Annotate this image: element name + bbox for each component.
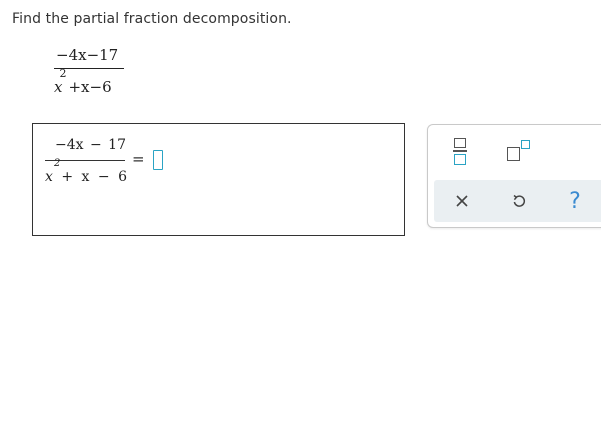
- answer-input[interactable]: [153, 150, 163, 170]
- exponent-icon[interactable]: [507, 139, 535, 163]
- equals-sign: =: [132, 150, 145, 168]
- action-row: ?: [434, 180, 601, 222]
- fraction-icon[interactable]: [453, 138, 469, 166]
- math-toolbar: ?: [427, 124, 601, 228]
- denominator-exponent: 2: [54, 158, 61, 169]
- denominator-variable: x: [54, 78, 63, 96]
- denominator-rest: +x−6: [68, 78, 112, 96]
- help-icon[interactable]: ?: [555, 180, 595, 222]
- answer-area[interactable]: −4x − 17 x2 + x − 6 =: [32, 123, 405, 236]
- answer-fraction: −4x − 17 x2 + x − 6: [45, 136, 127, 192]
- denominator-rest: + x − 6: [61, 169, 127, 185]
- close-icon[interactable]: [442, 180, 482, 222]
- question-prompt: Find the partial fraction decomposition.: [12, 11, 292, 27]
- denominator-variable: x2: [45, 158, 61, 185]
- help-label: ?: [569, 188, 581, 214]
- denominator-exponent: 2: [59, 67, 67, 80]
- answer-denominator: x2 + x − 6: [45, 158, 127, 185]
- problem-denominator: x2+x−6: [54, 67, 112, 96]
- problem-numerator: −4x−17: [56, 46, 119, 64]
- problem-fraction: −4x−17 x2+x−6: [52, 44, 124, 98]
- answer-numerator: −4x − 17: [55, 137, 126, 153]
- undo-icon[interactable]: [499, 180, 539, 222]
